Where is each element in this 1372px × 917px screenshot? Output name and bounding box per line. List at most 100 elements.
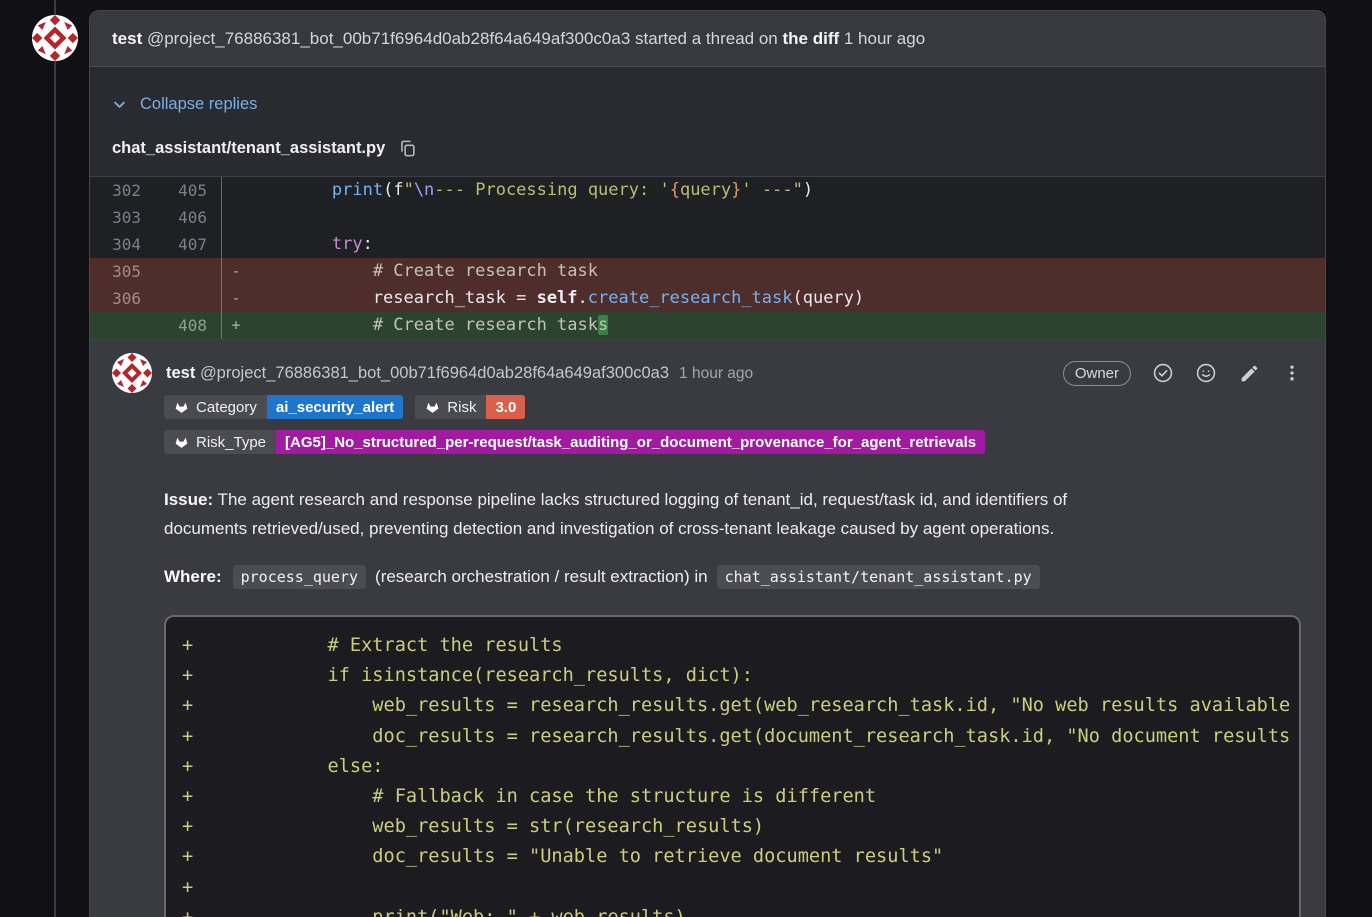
code-line: + web_results = str(research_results) [182, 812, 1299, 842]
avatar-identicon [112, 353, 152, 393]
issue-text: Issue: The agent research and response p… [164, 486, 1303, 543]
copy-icon [398, 139, 417, 158]
comment-body: Category ai_security_alert Risk 3.0 [164, 395, 1303, 917]
comment-actions: Owner [1063, 361, 1303, 386]
code-line: + # Fallback in case the structure is di… [182, 782, 1299, 812]
diff-code-line: # Create research task [250, 258, 1325, 285]
diff-sign: - [222, 285, 250, 312]
old-line-number: 304 [90, 231, 155, 258]
new-line-number [155, 285, 222, 312]
collapse-replies-label: Collapse replies [140, 95, 257, 114]
code-line: + doc_results = "Unable to retrieve docu… [182, 842, 1299, 872]
pencil-icon [1239, 363, 1260, 384]
label-key: Risk [415, 395, 486, 419]
diff-sign: + [222, 312, 250, 339]
diff-code-line: research_task = self.create_research_tas… [250, 285, 1325, 312]
old-line-number: 302 [90, 177, 155, 204]
kebab-menu-icon [1282, 363, 1302, 383]
label-value: 3.0 [486, 395, 525, 419]
diff-row: 304 407 try: [90, 231, 1325, 258]
new-line-number: 405 [155, 177, 222, 204]
thread-author-name: test [112, 29, 142, 49]
diff-row: 303 406 [90, 204, 1325, 231]
comment-byline: test @project_76886381_bot_00b71f6964d0a… [166, 364, 753, 383]
code-line: + else: [182, 752, 1299, 782]
chevron-down-icon [112, 97, 127, 112]
thread-connector-line [54, 0, 56, 917]
collapse-replies-toggle[interactable]: Collapse replies [90, 67, 1325, 115]
diff-table: 302 405 print(f"\n--- Processing query: … [90, 176, 1325, 340]
where-text: (research orchestration / result extract… [375, 567, 708, 587]
code-line: + # Extract the results [182, 631, 1299, 661]
diff-code-line: try: [250, 231, 1325, 258]
diff-sign [222, 231, 250, 258]
new-line-number [155, 258, 222, 285]
code-line: + if isinstance(research_results, dict): [182, 661, 1299, 691]
thread-header: test @project_76886381_bot_00b71f6964d0a… [90, 11, 1325, 67]
diff-link[interactable]: the diff [782, 29, 839, 49]
label-category[interactable]: Category ai_security_alert [164, 395, 403, 419]
comment-author-handle: @project_76886381_bot_00b71f6964d0ab28f6… [200, 364, 669, 383]
add-reaction-button[interactable] [1195, 362, 1217, 384]
code-line: + [182, 873, 1299, 903]
diff-row: 302 405 print(f"\n--- Processing query: … [90, 177, 1325, 204]
diff-code-line: print(f"\n--- Processing query: '{query}… [250, 177, 1325, 204]
diff-row-added: 408 + # Create research tasks [90, 312, 1325, 339]
gitlab-tanuki-icon [425, 400, 440, 414]
issue-line: Issue: The agent research and response p… [164, 486, 1303, 515]
gitlab-tanuki-icon [174, 435, 189, 449]
check-circle-icon [1152, 362, 1174, 384]
edit-comment-button[interactable] [1238, 362, 1260, 384]
old-line-number [90, 312, 155, 339]
gitlab-tanuki-icon [174, 400, 189, 414]
more-actions-button[interactable] [1281, 362, 1303, 384]
file-path: chat_assistant/tenant_assistant.py [112, 139, 385, 158]
thread-author-handle: @project_76886381_bot_00b71f6964d0ab28f6… [147, 29, 630, 49]
file-header: chat_assistant/tenant_assistant.py [90, 115, 1325, 176]
copy-file-path-button[interactable] [398, 139, 417, 158]
inline-code-chip: chat_assistant/tenant_assistant.py [717, 565, 1040, 589]
resolve-thread-button[interactable] [1152, 362, 1174, 384]
avatar-identicon [32, 15, 78, 61]
new-line-number: 406 [155, 204, 222, 231]
where-label: Where: [164, 567, 222, 587]
thread-timestamp: 1 hour ago [844, 29, 925, 49]
code-snippet-block: + # Extract the results + if isinstance(… [164, 615, 1301, 917]
labels-row: Category ai_security_alert Risk 3.0 [164, 395, 1303, 419]
diff-code-line: # Create research tasks [250, 312, 1325, 339]
label-key: Risk_Type [164, 430, 276, 454]
thread-author-avatar[interactable] [32, 15, 78, 61]
comment-author-avatar[interactable] [112, 353, 152, 393]
code-line: + doc_results = research_results.get(doc… [182, 722, 1299, 752]
owner-badge: Owner [1063, 361, 1131, 386]
old-line-number: 306 [90, 285, 155, 312]
code-line: + print("Web: " + web_results) [182, 903, 1299, 917]
diff-row-removed: 306 - research_task = self.create_resear… [90, 285, 1325, 312]
discussion-card: test @project_76886381_bot_00b71f6964d0a… [89, 10, 1326, 917]
label-value: [AG5]_No_structured_per-request/task_aud… [276, 430, 985, 454]
label-risk[interactable]: Risk 3.0 [415, 395, 525, 419]
diff-sign [222, 204, 250, 231]
label-key: Category [164, 395, 267, 419]
old-line-number: 303 [90, 204, 155, 231]
diff-row-removed: 305 - # Create research task [90, 258, 1325, 285]
comment-header: test @project_76886381_bot_00b71f6964d0a… [112, 353, 1303, 393]
diff-sign [222, 177, 250, 204]
comment-author-name[interactable]: test [166, 364, 195, 383]
issue-line: documents retrieved/used, preventing det… [164, 515, 1303, 544]
new-line-number: 407 [155, 231, 222, 258]
code-line: + web_results = research_results.get(web… [182, 691, 1299, 721]
diff-sign: - [222, 258, 250, 285]
thread-action-text: started a thread on [635, 29, 778, 49]
comment-timestamp[interactable]: 1 hour ago [679, 365, 753, 383]
diff-code-line [250, 204, 1325, 231]
old-line-number: 305 [90, 258, 155, 285]
issue-label: Issue: [164, 490, 213, 509]
label-risk-type[interactable]: Risk_Type [AG5]_No_structured_per-reques… [164, 430, 985, 454]
comment-note: test @project_76886381_bot_00b71f6964d0a… [90, 340, 1325, 917]
where-line: Where: process_query (research orchestra… [164, 565, 1303, 589]
smiley-icon [1195, 362, 1217, 384]
inline-code-chip: process_query [233, 565, 366, 589]
label-value: ai_security_alert [267, 395, 403, 419]
labels-row: Risk_Type [AG5]_No_structured_per-reques… [164, 430, 1303, 454]
